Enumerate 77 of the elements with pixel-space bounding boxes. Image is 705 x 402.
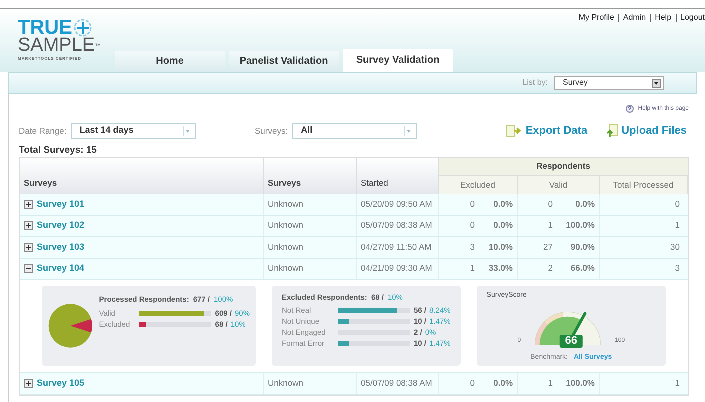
dropdown-arrow-icon	[404, 126, 412, 136]
column-header: Valid	[518, 176, 600, 194]
help-icon	[626, 105, 634, 113]
table-cell-text: 66.0%	[570, 262, 595, 276]
column-header: Excluded	[439, 176, 518, 194]
table-cell: 100.0%	[565, 376, 595, 390]
table-cell: 100.0%	[565, 219, 595, 232]
collapse-icon[interactable]	[24, 264, 33, 274]
table-cell: 05/20/09 09:50 AM	[357, 194, 439, 214]
table-cell: 0	[548, 198, 553, 211]
expand-icon[interactable]	[24, 242, 33, 252]
upload-button[interactable]: Upload Files	[606, 122, 687, 140]
table-cell-text: 10.0%	[488, 240, 513, 254]
survey-link[interactable]: Survey 101	[37, 198, 85, 211]
table-cell: Unknown	[264, 237, 357, 258]
table-cell: 0	[675, 198, 680, 211]
export-button[interactable]: Export Data	[506, 122, 588, 140]
column-header: Surveys	[20, 158, 264, 194]
table-cell: 27	[544, 240, 553, 254]
logo-text: TRUE	[18, 19, 72, 37]
table-cell: 04/27/09 11:50 AM	[357, 237, 439, 258]
table-cell: 1	[548, 219, 553, 232]
table-cell: 1	[675, 219, 680, 232]
table-cell: 3	[470, 240, 475, 254]
table-cell-text: 0.0%	[574, 198, 595, 211]
column-header: Started	[357, 158, 439, 194]
filter-select[interactable]: Last 14 days	[70, 123, 196, 139]
logo-icon	[74, 19, 92, 37]
top-link[interactable]: My Profile	[578, 14, 614, 22]
table-cell: 0	[470, 198, 475, 211]
expand-icon[interactable]	[24, 221, 33, 230]
nav-tab[interactable]: Home	[115, 51, 225, 72]
table-cell: 05/07/09 08:38 AM	[357, 373, 439, 394]
table-cell: Unknown	[264, 216, 357, 236]
survey-link[interactable]: Survey 103	[37, 240, 85, 254]
table-cell-text: 33.0%	[488, 262, 513, 276]
table-cell-text: 0.0%	[492, 376, 513, 390]
expand-icon[interactable]	[24, 200, 33, 209]
dropdown-arrow-icon	[182, 126, 191, 136]
nav-tab[interactable]: Survey Validation	[343, 49, 453, 72]
table-cell: Unknown	[264, 258, 357, 279]
list-by-label: List by:	[522, 77, 548, 89]
upload-icon	[606, 124, 618, 138]
nav-tab[interactable]: Panelist Validation	[229, 51, 339, 72]
table-cell-text: 90.0%	[570, 240, 595, 254]
table-cell: 0	[470, 376, 475, 390]
table-cell-text: 0.0%	[492, 219, 513, 232]
export-icon	[506, 125, 522, 137]
score-badge: 66	[560, 334, 583, 348]
survey-link[interactable]: Survey 102	[37, 219, 85, 232]
table-cell: 04/21/09 09:30 AM	[357, 258, 439, 279]
top-link[interactable]: Help	[650, 14, 672, 22]
table-cell: Unknown	[264, 194, 357, 214]
column-header: Surveys	[264, 158, 357, 194]
table-cell: 3	[675, 262, 680, 276]
logo-text: SAMPLE$^{™}$	[18, 37, 102, 55]
table-cell: Unknown	[264, 373, 357, 394]
table-cell: 1	[675, 376, 680, 390]
table-cell: 1	[470, 262, 475, 276]
table-cell: 0	[470, 219, 475, 232]
column-header: Total Processed	[600, 176, 688, 194]
total-surveys: Total Surveys: 15	[19, 144, 98, 156]
filter-select[interactable]: All	[292, 123, 418, 139]
table-cell: 05/07/09 08:38 AM	[357, 216, 439, 236]
table-cell-text: 0.0%	[492, 198, 513, 211]
survey-link[interactable]: Survey 105	[37, 376, 85, 390]
table-cell: 30	[670, 240, 680, 254]
table-cell: 1	[548, 376, 553, 390]
top-link[interactable]: Logout	[676, 14, 705, 22]
filter-label: Date Range:	[19, 124, 67, 138]
expand-icon[interactable]	[24, 378, 33, 388]
table-cell: 2	[548, 262, 553, 276]
column-group-header: Respondents	[439, 158, 688, 176]
top-link[interactable]: Admin	[618, 14, 646, 22]
survey-link[interactable]: Survey 104	[37, 262, 85, 276]
filter-label: Surveys:	[255, 124, 288, 138]
list-by-select[interactable]: Survey	[554, 76, 664, 90]
